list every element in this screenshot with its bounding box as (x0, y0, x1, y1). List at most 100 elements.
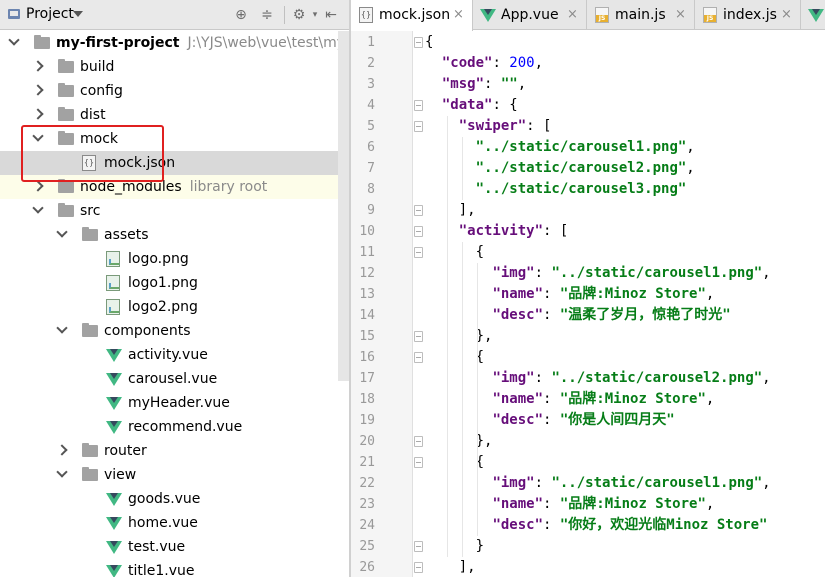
code-token: , (534, 55, 544, 71)
image-file-icon (106, 275, 120, 291)
collapse-icon[interactable]: ≑ (258, 6, 276, 24)
chevron-right-icon[interactable] (32, 180, 44, 192)
indent-guide (477, 263, 478, 536)
project-view-title[interactable]: Project (26, 6, 74, 22)
tree-item-text: mock (80, 131, 119, 147)
code-token: "../static/carousel1.png" (475, 139, 687, 155)
tab-index-js[interactable]: index.js× (695, 0, 801, 30)
code-line: }, (425, 326, 493, 347)
chevron-down-icon[interactable] (56, 322, 68, 334)
code-token: "data" (441, 97, 493, 113)
chevron-right-icon[interactable] (56, 444, 68, 456)
js-file-icon (595, 7, 609, 23)
tree-row-dist[interactable]: dist (0, 103, 349, 127)
code-area[interactable]: { "code": 200, "msg": "", "data": { "swi… (413, 31, 825, 577)
tree-row-myheader-vue[interactable]: myHeader.vue (0, 391, 349, 415)
chevron-down-icon[interactable] (32, 130, 44, 142)
target-icon[interactable]: ⊕ (232, 6, 250, 24)
tree-row-build[interactable]: build (0, 55, 349, 79)
code-line: "name": "品牌:Minoz Store", (425, 494, 714, 515)
tree-item-label: mock.json (104, 151, 175, 175)
line-number: 21 (359, 455, 375, 470)
code-line: "../static/carousel3.png" (425, 179, 687, 200)
line-number: 9 (367, 203, 375, 218)
chevron-down-icon[interactable] (56, 226, 68, 238)
tree-row-logo1-png[interactable]: logo1.png (0, 271, 349, 295)
tree-row-view[interactable]: view (0, 463, 349, 487)
code-token: "swiper" (458, 118, 527, 134)
tree-row-assets[interactable]: assets (0, 223, 349, 247)
line-number: 8 (367, 182, 375, 197)
tab-label: mock.json (379, 7, 451, 23)
tree-row-carousel-vue[interactable]: carousel.vue (0, 367, 349, 391)
tree-row-components[interactable]: components (0, 319, 349, 343)
tab-app-vue[interactable]: App.vue × (473, 0, 587, 30)
line-number: 16 (359, 350, 375, 365)
code-token: : (534, 475, 552, 491)
code-line: "../static/carousel1.png", (425, 137, 695, 158)
tree-row-src[interactable]: src (0, 199, 349, 223)
tree-item-text: dist (80, 107, 106, 123)
code-line: { (425, 32, 433, 53)
line-number: 6 (367, 140, 375, 155)
line-number: 12 (359, 266, 375, 281)
code-line: "swiper": [ (425, 116, 552, 137)
vue-file-icon (106, 373, 122, 386)
tab-mock-json[interactable]: {} mock.json × (351, 0, 473, 31)
code-token: "desc" (492, 517, 544, 533)
tree-row-test-vue[interactable]: test.vue (0, 535, 349, 559)
line-number: 11 (359, 245, 375, 260)
chevron-down-icon[interactable] (8, 34, 20, 46)
tree-item-text: myHeader.vue (128, 395, 230, 411)
chevron-right-icon[interactable] (32, 60, 44, 72)
chevron-right-icon[interactable] (32, 108, 44, 120)
tree-scrollbar[interactable] (338, 31, 349, 381)
tab-label: App.vue (501, 7, 559, 23)
hide-icon[interactable]: ⇤ (322, 6, 340, 24)
chevron-down-icon[interactable] (73, 11, 83, 17)
tree-item-label: recommend.vue (128, 415, 242, 439)
vue-file-icon (106, 565, 122, 577)
code-token: }, (425, 433, 493, 449)
tree-item-text: my-first-project (56, 35, 180, 51)
tree-item-text: config (80, 83, 123, 99)
tree-item-label: my-first-project J:\YJS\web\vue\test\my-f… (56, 31, 349, 55)
chevron-right-icon[interactable] (32, 84, 44, 96)
tree-row-mock[interactable]: mock (0, 127, 349, 151)
close-icon[interactable]: × (567, 0, 578, 30)
tree-row-goods-vue[interactable]: goods.vue (0, 487, 349, 511)
code-line: "name": "品牌:Minoz Store", (425, 284, 714, 305)
close-icon[interactable]: × (453, 0, 464, 30)
tab-main-js[interactable]: main.js × (587, 0, 695, 30)
tree-row-config[interactable]: config (0, 79, 349, 103)
tree-row-activity-vue[interactable]: activity.vue (0, 343, 349, 367)
tree-row-title1-vue[interactable]: title1.vue (0, 559, 349, 577)
tree-row-home-vue[interactable]: home.vue (0, 511, 349, 535)
close-icon[interactable]: × (675, 0, 686, 30)
tree-row-logo-png[interactable]: logo.png (0, 247, 349, 271)
tree-row-logo2-png[interactable]: logo2.png (0, 295, 349, 319)
code-line: { (425, 452, 484, 473)
tab-overflow[interactable] (801, 0, 825, 30)
tree-item-label: src (80, 199, 100, 223)
tree-row-mock-json[interactable]: {} mock.json (0, 151, 349, 175)
tree-item-text: mock.json (104, 155, 176, 171)
folder-icon (58, 131, 74, 145)
code-token: "img" (492, 475, 535, 491)
tree-item-label: title1.vue (128, 559, 195, 577)
tree-row-node-modules[interactable]: node_modules library root (0, 175, 349, 199)
chevron-down-icon[interactable] (32, 202, 44, 214)
close-icon[interactable]: × (781, 0, 792, 30)
code-line: "name": "品牌:Minoz Store", (425, 389, 714, 410)
chevron-down-icon[interactable] (56, 466, 68, 478)
code-token: , (762, 370, 771, 386)
tree-row-my-first-project[interactable]: my-first-project J:\YJS\web\vue\test\my-f… (0, 31, 349, 55)
line-number: 2 (367, 56, 375, 71)
vue-file-icon (106, 541, 122, 554)
tree-row-recommend-vue[interactable]: recommend.vue (0, 415, 349, 439)
tree-row-router[interactable]: router (0, 439, 349, 463)
